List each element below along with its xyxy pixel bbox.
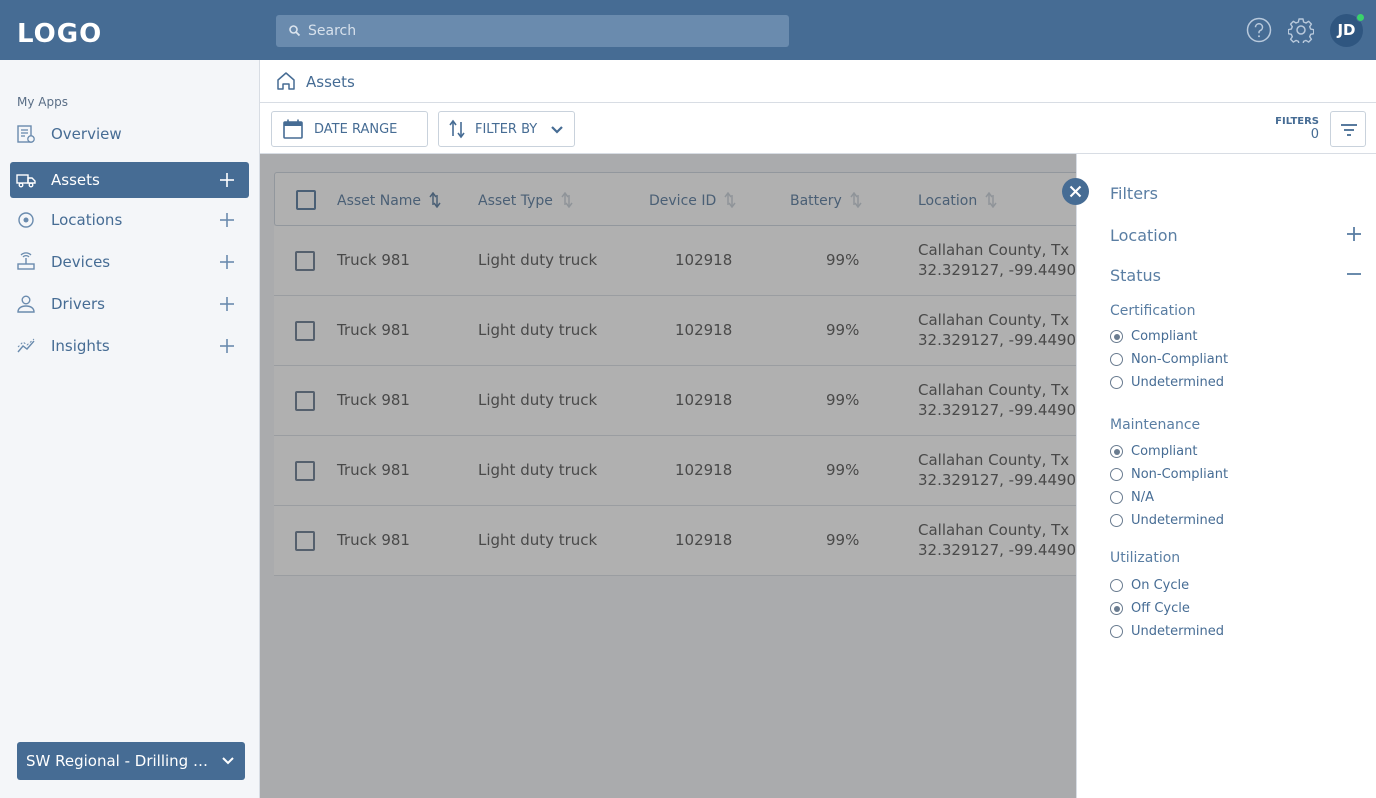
- filter-toggle-button[interactable]: [1330, 111, 1366, 147]
- help-icon[interactable]: [1246, 17, 1272, 43]
- radio-label: Compliant: [1131, 444, 1198, 459]
- close-icon: [1069, 185, 1082, 198]
- utilization-label: Utilization: [1110, 550, 1181, 566]
- search-box[interactable]: [276, 15, 789, 47]
- radio-dot: [1110, 353, 1123, 366]
- radio-dot: [1110, 514, 1123, 527]
- radio-dot: [1110, 468, 1123, 481]
- calendar-icon: [283, 119, 303, 139]
- sidebar-item-label: Drivers: [51, 295, 105, 313]
- location-pin-icon: [18, 212, 34, 228]
- section-label: Location: [1110, 226, 1178, 245]
- radio-label: Non-Compliant: [1131, 467, 1229, 482]
- radio-label: On Cycle: [1131, 578, 1190, 593]
- avatar[interactable]: JD: [1330, 13, 1365, 47]
- sidebar-item-devices[interactable]: Devices: [10, 244, 249, 280]
- sidebar-item-label: Insights: [51, 337, 110, 355]
- filters-count: 0: [1310, 127, 1319, 142]
- online-status-dot: [1356, 13, 1365, 22]
- radio-dot: [1110, 376, 1123, 389]
- chevron-down-icon: [222, 757, 234, 765]
- sidebar-item-overview[interactable]: Overview: [10, 116, 249, 152]
- add-location-icon[interactable]: [217, 210, 237, 230]
- filters-counter: FILTERS 0: [1275, 115, 1319, 141]
- radio-label: Undetermined: [1131, 513, 1224, 528]
- sidebar-item-assets[interactable]: Assets: [10, 162, 249, 198]
- top-bar: LOGO JD: [0, 0, 1376, 60]
- search-input[interactable]: [308, 15, 778, 47]
- radio-label: Compliant: [1131, 329, 1198, 344]
- add-asset-icon[interactable]: [217, 170, 237, 190]
- sort-arrows-icon: [449, 119, 465, 139]
- close-drawer-button[interactable]: [1062, 178, 1089, 205]
- date-range-label: DATE RANGE: [314, 122, 398, 137]
- radio-label: N/A: [1131, 490, 1154, 505]
- radio-dot: [1110, 579, 1123, 592]
- user-icon: [17, 295, 35, 313]
- radio-label: Non-Compliant: [1131, 352, 1229, 367]
- radio-dot: [1110, 330, 1123, 343]
- sidebar-item-insights[interactable]: Insights: [10, 328, 249, 364]
- add-device-icon[interactable]: [217, 252, 237, 272]
- sidebar-item-label: Assets: [51, 171, 100, 189]
- sidebar-item-label: Locations: [51, 211, 123, 229]
- sidebar-section-label: My Apps: [17, 95, 68, 109]
- filter-by-button[interactable]: FILTER BY: [438, 111, 575, 147]
- device-icon: [17, 252, 35, 270]
- org-select[interactable]: SW Regional - Drilling O...: [17, 742, 245, 780]
- certification-label: Certification: [1110, 303, 1196, 319]
- search-icon: [289, 25, 301, 37]
- radio-label: Off Cycle: [1131, 601, 1190, 616]
- drawer-title: Filters: [1110, 184, 1158, 203]
- radio-label: Undetermined: [1131, 375, 1224, 390]
- avatar-initials: JD: [1337, 21, 1356, 39]
- chart-line-icon: [17, 338, 35, 353]
- radio-label: Undetermined: [1131, 624, 1224, 639]
- overview-icon: [17, 125, 35, 143]
- date-range-button[interactable]: DATE RANGE: [271, 111, 428, 147]
- sidebar-item-drivers[interactable]: Drivers: [10, 286, 249, 322]
- collapse-minus-icon[interactable]: [1346, 266, 1362, 282]
- radio-dot: [1110, 491, 1123, 504]
- modal-overlay[interactable]: [260, 154, 1077, 798]
- chevron-down-icon: [551, 126, 563, 134]
- filter-by-label: FILTER BY: [475, 122, 538, 137]
- add-insight-icon[interactable]: [217, 336, 237, 356]
- radio-dot: [1110, 625, 1123, 638]
- truck-icon: [16, 174, 36, 188]
- breadcrumb: Assets: [260, 60, 1376, 103]
- section-label: Status: [1110, 266, 1161, 285]
- logo: LOGO: [17, 19, 103, 49]
- gear-icon[interactable]: [1288, 17, 1314, 43]
- filter-icon: [1341, 124, 1357, 136]
- filters-drawer: Filters Location Status Certification Co…: [1076, 154, 1376, 798]
- add-driver-icon[interactable]: [217, 294, 237, 314]
- sidebar-item-locations[interactable]: Locations: [10, 202, 249, 238]
- radio-dot: [1110, 602, 1123, 615]
- breadcrumb-current: Assets: [306, 73, 355, 91]
- location-section-toggle[interactable]: Location: [1110, 226, 1178, 245]
- expand-plus-icon[interactable]: [1346, 226, 1362, 242]
- radio-dot: [1110, 445, 1123, 458]
- toolbar: DATE RANGE FILTER BY FILTERS 0: [260, 103, 1376, 154]
- maintenance-label: Maintenance: [1110, 417, 1201, 433]
- status-section-toggle[interactable]: Status: [1110, 266, 1161, 285]
- sidebar: My Apps Overview Assets Locations Device…: [0, 60, 260, 798]
- sidebar-item-label: Devices: [51, 253, 111, 271]
- org-select-value: SW Regional - Drilling O...: [26, 752, 216, 770]
- sidebar-item-label: Overview: [51, 125, 122, 143]
- home-icon[interactable]: [276, 71, 296, 91]
